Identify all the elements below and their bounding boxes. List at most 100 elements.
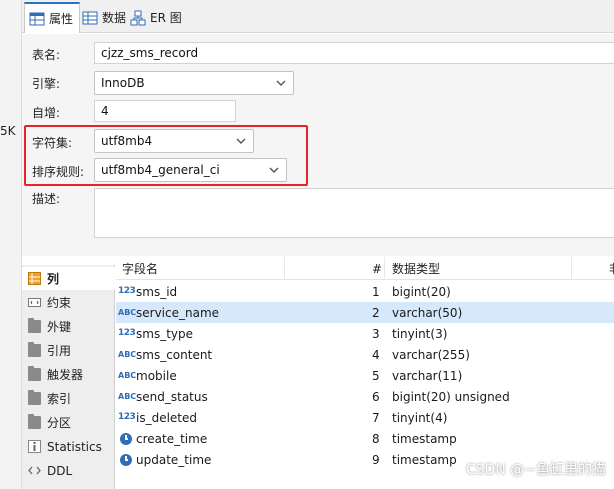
nav-item-label: DDL <box>47 463 73 478</box>
tab-properties-label: 属性 <box>49 12 74 26</box>
charset-label: 字符集: <box>32 136 73 150</box>
nav-item-constraints[interactable]: 约束 <box>22 291 115 314</box>
column-name-cell[interactable]: 123 sms_id <box>118 281 177 302</box>
table-row[interactable]: 123 sms_id 1 bigint(20) <box>116 281 614 302</box>
nav-item-partitions[interactable]: 分区 <box>22 411 115 434</box>
ordinal-cell[interactable]: 7 <box>372 407 380 428</box>
tab-er-diagram[interactable]: ER 图 <box>126 2 188 33</box>
folder-icon <box>28 390 41 405</box>
nav-item-label: 分区 <box>47 416 72 430</box>
folder-icon <box>28 318 41 333</box>
nav-item-foreign-keys[interactable]: 外键 <box>22 315 115 338</box>
nav-item-triggers[interactable]: 触发器 <box>22 363 115 386</box>
folder-icon <box>28 342 41 357</box>
chevron-down-icon <box>275 77 287 89</box>
data-type-cell[interactable]: bigint(20) unsigned <box>392 386 510 407</box>
string-type-icon: ABC <box>118 350 137 359</box>
ordinal-cell[interactable]: 9 <box>372 449 380 470</box>
table-row[interactable]: ABC sms_content 4 varchar(255) <box>116 344 614 365</box>
tab-data[interactable]: 数据 <box>78 2 132 33</box>
table-row[interactable]: 123 is_deleted 7 tinyint(4) <box>116 407 614 428</box>
data-type-cell[interactable]: bigint(20) <box>392 281 451 302</box>
ordinal-cell[interactable]: 3 <box>372 323 380 344</box>
header-divider <box>571 257 572 280</box>
column-name-cell[interactable]: 123 is_deleted <box>118 407 197 428</box>
header-field-name[interactable]: 字段名 <box>122 257 158 280</box>
table-row[interactable]: ABC send_status 6 bigint(20) unsigned <box>116 386 614 407</box>
nav-item-statistics[interactable]: Statistics <box>22 435 115 458</box>
chevron-down-icon <box>235 135 247 147</box>
data-type-cell[interactable]: varchar(50) <box>392 302 462 323</box>
ordinal-cell[interactable]: 6 <box>372 386 380 407</box>
description-label: 描述: <box>32 192 61 206</box>
nav-item-indexes[interactable]: 索引 <box>22 387 115 410</box>
string-type-icon: ABC <box>118 371 137 380</box>
description-textarea[interactable] <box>94 188 614 238</box>
ordinal-cell[interactable]: 8 <box>372 428 380 449</box>
header-data-type[interactable]: 数据类型 <box>392 257 440 280</box>
table-name-input[interactable]: cjzz_sms_record <box>94 42 614 64</box>
tab-properties[interactable]: 属性 <box>24 2 81 33</box>
table-row[interactable]: ABC mobile 5 varchar(11) <box>116 365 614 386</box>
engine-label: 引擎: <box>32 77 61 91</box>
engine-select[interactable]: InnoDB <box>94 71 294 95</box>
header-ordinal[interactable]: # <box>372 257 382 280</box>
charset-value: utf8mb4 <box>101 134 153 148</box>
data-type-cell[interactable]: timestamp <box>392 449 457 470</box>
ordinal-cell[interactable]: 5 <box>372 365 380 386</box>
column-name-cell[interactable]: ABC mobile <box>118 365 177 386</box>
column-name-cell[interactable]: ABC send_status <box>118 386 208 407</box>
column-name: sms_id <box>136 284 178 299</box>
data-type-cell[interactable]: timestamp <box>392 428 457 449</box>
tab-er-diagram-label: ER 图 <box>150 11 182 25</box>
numeric-type-icon: 123 <box>118 286 136 296</box>
size-label: 5K <box>0 124 16 138</box>
charset-select[interactable]: utf8mb4 <box>94 129 254 153</box>
left-panel-strip: 5K <box>0 0 22 489</box>
column-name: sms_type <box>136 326 193 341</box>
nav-item-label: Statistics <box>47 439 102 454</box>
constraint-icon <box>28 296 41 309</box>
table-row[interactable]: 123 sms_type 3 tinyint(3) <box>116 323 614 344</box>
data-grid-icon <box>82 10 98 26</box>
string-type-icon: ABC <box>118 392 137 401</box>
column-name: service_name <box>136 305 220 320</box>
auto-increment-label: 自增: <box>32 106 61 120</box>
collation-select[interactable]: utf8mb4_general_ci <box>94 158 287 182</box>
numeric-type-icon: 123 <box>118 412 136 422</box>
editor-tab-bar: 属性 数据 ER 图 <box>22 0 614 33</box>
data-type-cell[interactable]: tinyint(3) <box>392 323 447 344</box>
clock-icon <box>120 453 132 466</box>
auto-increment-input[interactable]: 4 <box>94 100 236 122</box>
watermark: CSDN @~鱼缸里的猫 <box>465 462 606 478</box>
header-not-null[interactable]: 非 <box>609 257 614 280</box>
table-row[interactable]: ABC service_name 2 varchar(50) <box>116 302 614 323</box>
nav-item-references[interactable]: 引用 <box>22 339 115 362</box>
ordinal-cell[interactable]: 2 <box>372 302 380 323</box>
data-type-cell[interactable]: tinyint(4) <box>392 407 447 428</box>
column-name-cell[interactable]: ABC sms_content <box>118 344 212 365</box>
columns-icon <box>28 272 41 285</box>
er-diagram-icon <box>130 10 146 26</box>
column-name-cell[interactable]: 123 sms_type <box>118 323 193 344</box>
ordinal-cell[interactable]: 1 <box>372 281 380 302</box>
column-name-cell[interactable]: create_time <box>118 428 207 449</box>
table-grid-icon <box>29 11 45 27</box>
ordinal-cell[interactable]: 4 <box>372 344 380 365</box>
column-name-cell[interactable]: update_time <box>118 449 211 470</box>
nav-item-columns[interactable]: 列 <box>22 267 115 290</box>
string-type-icon: ABC <box>118 308 137 317</box>
column-name: mobile <box>136 368 177 383</box>
table-row[interactable]: create_time 8 timestamp <box>116 428 614 449</box>
properties-side-nav: 列 约束 外键 引用 触发器 索引 分区 Statistics DDL <box>22 265 115 489</box>
data-type-cell[interactable]: varchar(11) <box>392 365 462 386</box>
numeric-type-icon: 123 <box>118 328 136 338</box>
folder-icon <box>28 414 41 429</box>
column-name: is_deleted <box>136 410 198 425</box>
column-name-cell[interactable]: ABC service_name <box>118 302 219 323</box>
data-type-cell[interactable]: varchar(255) <box>392 344 470 365</box>
nav-item-label: 列 <box>47 272 60 286</box>
nav-item-label: 索引 <box>47 392 72 406</box>
info-icon <box>28 440 41 453</box>
nav-item-ddl[interactable]: DDL <box>22 459 115 482</box>
